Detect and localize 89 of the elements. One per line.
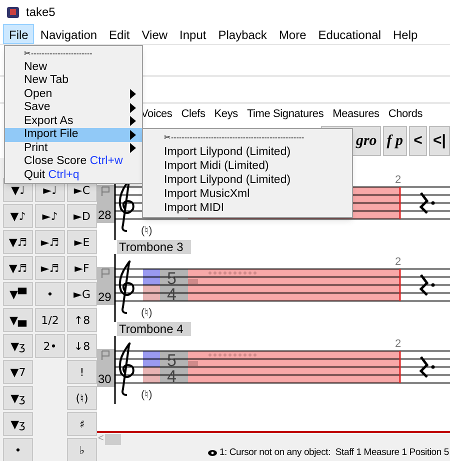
menu-item[interactable]: Playback	[212, 24, 273, 44]
palette-button[interactable]: ►♬	[35, 256, 65, 280]
dotted-line	[208, 354, 256, 356]
note-marker	[188, 361, 198, 366]
staff-label: Trombone 3	[117, 240, 192, 254]
menu-entry[interactable]: Import Lilypond (Limited)	[143, 145, 352, 159]
menu-item[interactable]: Educational	[312, 24, 387, 44]
submenu-arrow-icon	[130, 102, 136, 113]
menu-item[interactable]: File	[3, 24, 34, 44]
menu-item[interactable]: Edit	[103, 24, 136, 44]
palette-tab[interactable]: Clefs	[181, 106, 206, 122]
dynamics-button[interactable]: f p	[382, 126, 408, 156]
menu-item[interactable]: View	[136, 24, 174, 44]
menu-entry[interactable]: Import MusicXml	[143, 187, 352, 201]
staff-number: 29	[98, 290, 112, 304]
note-marker	[188, 279, 198, 284]
menu-entry[interactable]: Save	[5, 101, 142, 114]
palette-button[interactable]: ↓8	[67, 334, 97, 358]
palette-button[interactable]: ♯	[67, 412, 97, 436]
palette-button[interactable]: ▼▀	[3, 282, 33, 306]
menu-entry[interactable]: New Tab	[5, 74, 142, 88]
palette-button[interactable]: ►D	[67, 204, 97, 228]
measure-number: 2	[395, 174, 402, 186]
staff-number-background	[97, 185, 115, 223]
scrollbar-thumb[interactable]	[104, 434, 121, 444]
palette-button[interactable]: ▼♪	[3, 204, 33, 228]
menu-item[interactable]: More	[272, 24, 312, 44]
menu-item[interactable]: Input	[174, 24, 212, 44]
palette-button[interactable]: !	[67, 360, 97, 384]
palette-button[interactable]: ♭	[67, 438, 97, 461]
staff-number-background	[97, 267, 115, 305]
palette-button[interactable]: ↑8	[67, 308, 97, 332]
staff-label: Trombone 4	[117, 322, 192, 336]
palette-button[interactable]: •	[35, 282, 65, 306]
accidental: (♮)	[141, 389, 152, 401]
palette-button[interactable]: 2•	[35, 334, 65, 358]
flag-icon	[102, 350, 110, 360]
palette-button[interactable]: ▼ʒ	[3, 386, 33, 410]
flag-icon	[102, 186, 110, 196]
palette-tab[interactable]: Time Signatures	[246, 106, 324, 122]
palette-button[interactable]: ▼♬	[3, 256, 33, 280]
palette-button[interactable]: ►♬	[35, 230, 65, 254]
status-text: 1: Cursor not on any object: Staff 1 Measure 1 Position 5	[219, 446, 449, 460]
menu-item[interactable]: Navigation	[34, 24, 104, 44]
palette-button[interactable]: •	[3, 438, 33, 461]
staff-number: 28	[98, 208, 112, 222]
measure-number: 2	[395, 256, 402, 268]
palette-button[interactable]: ▼7	[3, 360, 33, 384]
palette-button[interactable]: ►E	[67, 230, 97, 254]
measure-number: 2	[395, 338, 402, 350]
submenu-arrow-icon	[130, 89, 136, 100]
menu-entry[interactable]: New	[5, 60, 142, 74]
menu-entry[interactable]: Import File	[5, 128, 142, 142]
palette-tab[interactable]: Measures	[332, 106, 380, 122]
dynamics-button[interactable]: <|	[429, 126, 450, 156]
palette-button[interactable]: ►F	[67, 256, 97, 280]
palette-button[interactable]: 1/2	[35, 308, 65, 332]
menu-entry[interactable]: Close Score Ctrl+w	[5, 155, 142, 168]
palette-button[interactable]: ▼♬	[3, 230, 33, 254]
menu-item[interactable]: Help	[387, 24, 424, 44]
eye-icon	[208, 450, 218, 456]
menu-entry[interactable]: Import Lilypond (Limited)	[143, 173, 352, 187]
palette-button[interactable]: ►♪	[35, 204, 65, 228]
app-icon	[6, 5, 20, 19]
menu-entry[interactable]: Export As	[5, 114, 142, 128]
palette-button[interactable]: ▼ʒ	[3, 412, 33, 436]
palette-button[interactable]: ►G	[67, 282, 97, 306]
palette-tab[interactable]: Chords	[388, 106, 423, 122]
tear-off-line[interactable]: ✂--------------------------------------------------	[143, 131, 352, 145]
menu-entry[interactable]: Import Midi (Limited)	[143, 159, 352, 173]
menu-entry[interactable]: Open	[5, 88, 142, 101]
window-title: take5	[26, 4, 56, 21]
staff-number-background	[97, 349, 115, 387]
palette-button[interactable]: ▼▄	[3, 308, 33, 332]
submenu-arrow-icon	[130, 116, 136, 126]
menu-entry[interactable]: Import MIDI	[143, 201, 352, 215]
tear-off-line[interactable]: ✂-----------------------	[5, 47, 142, 60]
flag-icon	[102, 268, 110, 278]
palette-tab[interactable]: Keys	[214, 106, 238, 122]
palette-button[interactable]: (♮)	[67, 386, 97, 410]
accidental: (♮)	[141, 225, 152, 237]
submenu-arrow-icon	[130, 130, 136, 140]
staff-number: 30	[98, 372, 112, 386]
dotted-line	[208, 272, 256, 274]
accidental: (♮)	[141, 307, 152, 319]
palette-button[interactable]: ▼ʒ	[3, 334, 33, 358]
menu-entry[interactable]: Print	[5, 142, 142, 155]
submenu-arrow-icon	[130, 143, 136, 154]
dynamics-button[interactable]: <	[409, 126, 428, 156]
